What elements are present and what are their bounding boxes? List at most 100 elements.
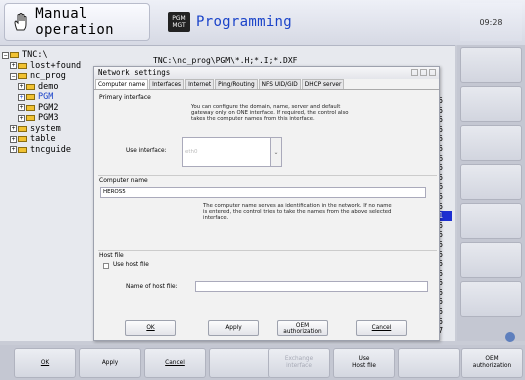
softkey-ok[interactable]: OK bbox=[14, 348, 76, 378]
folder-icon bbox=[26, 94, 35, 101]
softkey-page-indicator-icon bbox=[505, 332, 515, 342]
vertical-softkey-5[interactable] bbox=[460, 203, 522, 239]
expand-icon[interactable]: + bbox=[18, 114, 25, 122]
minimize-icon[interactable] bbox=[411, 69, 418, 76]
tab-dhcp-server[interactable]: DHCP server bbox=[301, 79, 345, 89]
expand-icon[interactable]: + bbox=[10, 62, 17, 70]
tree-item-label: lost+found bbox=[30, 60, 82, 71]
softkey-exchange-label: Exchange bbox=[284, 356, 314, 362]
tree-item-label: TNC:\ bbox=[22, 50, 48, 60]
tree-item-label: demo bbox=[38, 81, 59, 92]
tree-item[interactable]: − TNC:\ bbox=[2, 50, 147, 61]
folder-icon bbox=[18, 62, 27, 69]
tree-item-label: system bbox=[30, 123, 61, 134]
host-file-name-label: Name of host file: bbox=[126, 284, 178, 290]
vertical-softkey-6[interactable] bbox=[460, 242, 522, 278]
tab-interfaces[interactable]: Interfaces bbox=[149, 79, 185, 89]
softkey-ok-label: OK bbox=[40, 359, 50, 366]
dialog-oem-authorization-button[interactable]: OEM authorization bbox=[277, 320, 328, 336]
vertical-softkey-1[interactable] bbox=[460, 47, 522, 83]
computer-name-group: Computer name HEROS5 The computer name s… bbox=[98, 175, 437, 245]
dialog-cancel-button[interactable]: Cancel bbox=[356, 320, 407, 336]
softkey-authorization-label: authorization bbox=[472, 363, 512, 369]
tab-ping-routing[interactable]: Ping/Routing bbox=[215, 79, 258, 89]
vertical-softkey-bar bbox=[457, 45, 525, 341]
softkey-use-host-file[interactable]: Use Host file bbox=[333, 348, 395, 378]
collapse-icon[interactable]: − bbox=[2, 51, 9, 59]
interface-select[interactable]: eth0 bbox=[182, 137, 271, 167]
close-icon[interactable] bbox=[429, 69, 436, 76]
tree-item-label: table bbox=[30, 134, 56, 144]
host-file-label: Host file bbox=[99, 252, 124, 259]
softkey-apply-label: Apply bbox=[101, 359, 119, 366]
softkey-interface-label: interface bbox=[286, 363, 312, 369]
vertical-softkey-3[interactable] bbox=[460, 125, 522, 161]
softkey-exchange-interface[interactable]: Exchange interface bbox=[268, 348, 330, 378]
softkey-cancel-label: Cancel bbox=[165, 359, 185, 366]
dialog-title: Network settings bbox=[98, 68, 171, 77]
expand-icon[interactable]: + bbox=[10, 125, 17, 133]
clock: 09:28 bbox=[460, 3, 522, 41]
dialog-ok-button[interactable]: OK bbox=[125, 320, 176, 336]
host-file-group: Host file Use host file Name of host fil… bbox=[98, 250, 437, 314]
hand-icon bbox=[13, 12, 29, 32]
use-interface-label: Use interface: bbox=[126, 148, 167, 154]
tab-internet[interactable]: Internet bbox=[185, 79, 215, 89]
tree-item-label: PGM3 bbox=[38, 113, 59, 123]
vertical-softkey-2[interactable] bbox=[460, 86, 522, 122]
chevron-down-icon[interactable]: ⌄ bbox=[270, 137, 282, 167]
tab-computer-name[interactable]: Computer name bbox=[95, 79, 149, 89]
softkey-use-label: Use bbox=[358, 356, 370, 362]
softkey-apply[interactable]: Apply bbox=[79, 348, 141, 378]
vertical-softkey-7[interactable] bbox=[460, 281, 522, 317]
folder-icon bbox=[10, 52, 19, 59]
softkey-oem-label: OEM bbox=[485, 356, 499, 362]
softkey-host-file-label: Host file bbox=[352, 363, 376, 369]
folder-icon bbox=[26, 115, 35, 122]
dialog-apply-button[interactable]: Apply bbox=[208, 320, 259, 336]
softkey-oem-authorization[interactable]: OEM authorization bbox=[461, 348, 523, 378]
vertical-softkey-4[interactable] bbox=[460, 164, 522, 200]
tab-nfs-uid-gid[interactable]: NFS UID/GID bbox=[258, 79, 301, 89]
softkey-empty-7[interactable] bbox=[398, 348, 460, 378]
softkey-empty-4[interactable] bbox=[209, 348, 271, 378]
folder-icon bbox=[18, 73, 27, 80]
maximize-icon[interactable] bbox=[420, 69, 427, 76]
primary-interface-group: Primary interface You can configure the … bbox=[98, 93, 437, 169]
network-settings-dialog: Network settings Computer name Interface… bbox=[93, 66, 440, 341]
collapse-icon[interactable]: − bbox=[10, 72, 17, 80]
tree-item-label: PGM bbox=[38, 92, 54, 102]
dialog-authorization-label: authorization bbox=[283, 329, 322, 335]
use-host-file-label: Use host file bbox=[113, 262, 149, 268]
softkey-cancel[interactable]: Cancel bbox=[144, 348, 206, 378]
horizontal-softkey-bar: OK Apply Cancel Exchange interface Use H… bbox=[0, 345, 525, 380]
dialog-titlebar[interactable]: Network settings bbox=[94, 67, 439, 79]
mode-manual-label: Manual operation bbox=[35, 6, 114, 38]
mode-tab-programming[interactable]: PGM MGT Programming bbox=[160, 3, 456, 41]
dialog-ok-label: OK bbox=[146, 325, 155, 331]
folder-icon bbox=[18, 136, 27, 143]
folder-icon bbox=[18, 146, 27, 153]
host-file-name-input[interactable] bbox=[195, 281, 428, 292]
dialog-cancel-label: Cancel bbox=[371, 325, 392, 331]
pgm-mgt-icon: PGM MGT bbox=[168, 12, 190, 32]
use-host-file-checkbox[interactable] bbox=[103, 263, 109, 269]
tree-item-label: nc_prog bbox=[30, 71, 66, 81]
expand-icon[interactable]: + bbox=[10, 135, 17, 143]
primary-interface-description: You can configure the domain, name, serv… bbox=[191, 104, 349, 122]
primary-interface-label: Primary interface bbox=[99, 94, 151, 101]
expand-icon[interactable]: + bbox=[18, 104, 25, 112]
folder-icon bbox=[18, 125, 27, 132]
header-bar: Manual operation PGM MGT Programming 09:… bbox=[0, 0, 525, 45]
folder-icon bbox=[26, 83, 35, 90]
dialog-tabs: Computer name Interfaces Internet Ping/R… bbox=[94, 79, 439, 90]
mode-tab-manual[interactable]: Manual operation bbox=[4, 3, 150, 41]
expand-icon[interactable]: + bbox=[18, 93, 25, 101]
computer-name-label: Computer name bbox=[99, 177, 148, 184]
computer-name-input[interactable]: HEROS5 bbox=[100, 187, 426, 198]
folder-icon bbox=[26, 104, 35, 111]
file-path: TNC:\nc_prog\PGM\*.H;*.I;*.DXF bbox=[153, 56, 298, 65]
tree-item-label: PGM2 bbox=[38, 102, 59, 113]
expand-icon[interactable]: + bbox=[10, 146, 17, 154]
expand-icon[interactable]: + bbox=[18, 83, 25, 91]
